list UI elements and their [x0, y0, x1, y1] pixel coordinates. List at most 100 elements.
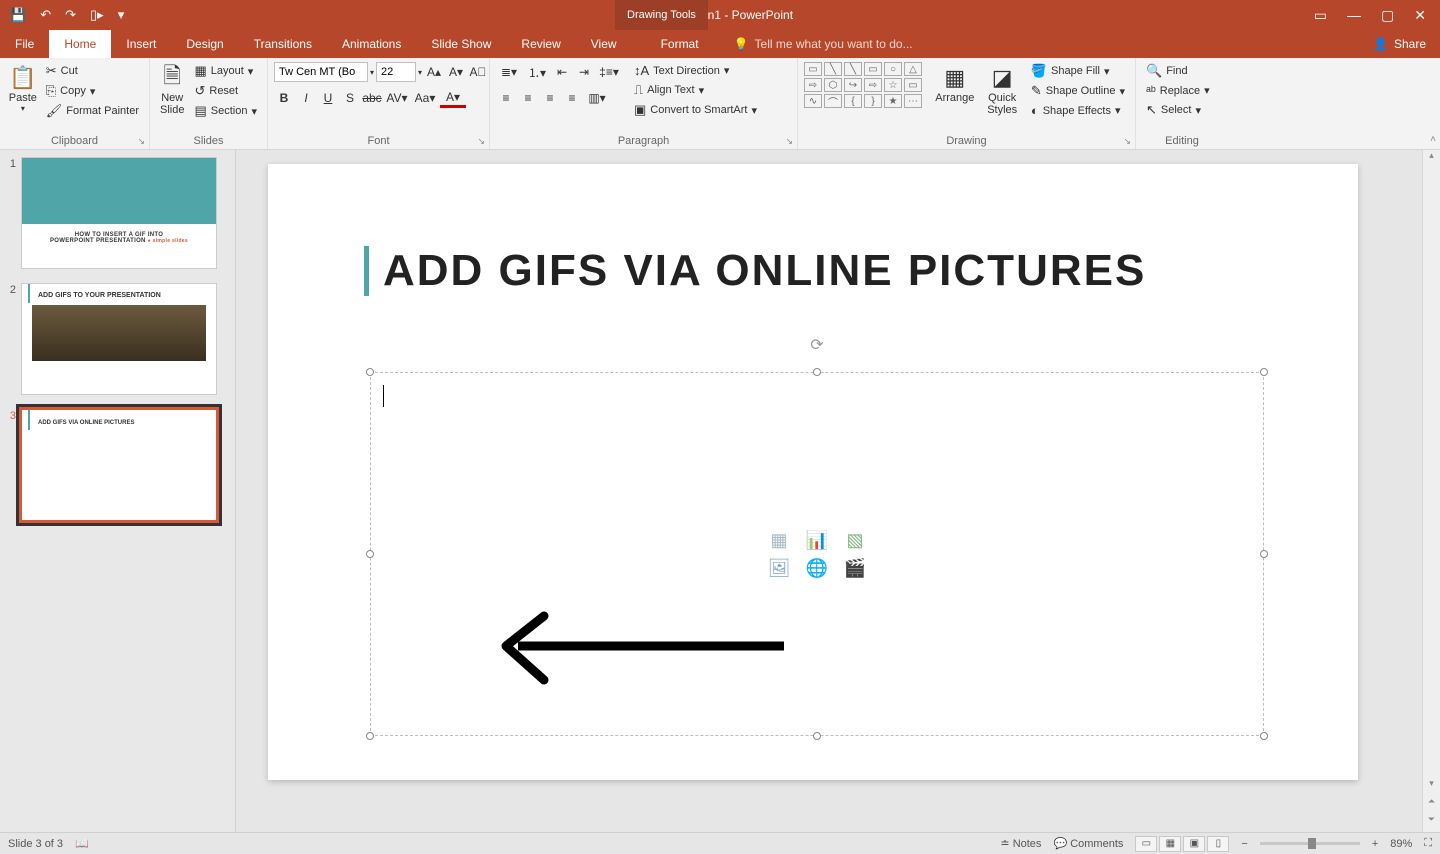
copy-button[interactable]: ⎘Copy ▾ [42, 82, 143, 100]
tab-design[interactable]: Design [171, 30, 238, 58]
resize-handle[interactable] [1260, 550, 1268, 558]
resize-handle[interactable] [1260, 368, 1268, 376]
sorter-view-icon[interactable]: ▦ [1159, 836, 1181, 852]
strikethrough-icon[interactable]: abc [362, 88, 382, 108]
shape-icon[interactable]: ⇨ [804, 78, 822, 92]
decrease-indent-icon[interactable]: ⇤ [552, 62, 572, 82]
replace-button[interactable]: ᵃᵇReplace ▾ [1142, 82, 1214, 99]
shape-effects-button[interactable]: ◐Shape Effects ▾ [1027, 102, 1129, 119]
format-painter-button[interactable]: 🖌Format Painter [42, 102, 143, 120]
align-text-button[interactable]: ⎍Align Text ▾ [630, 81, 761, 99]
bold-icon[interactable]: B [274, 88, 294, 108]
start-from-beginning-icon[interactable]: ▯▸ [90, 7, 104, 23]
shape-icon[interactable]: ▭ [904, 78, 922, 92]
tab-file[interactable]: File [0, 30, 49, 58]
font-size-select[interactable] [376, 62, 416, 82]
tab-transitions[interactable]: Transitions [239, 30, 327, 58]
tab-home[interactable]: Home [49, 30, 111, 58]
line-spacing-icon[interactable]: ‡≡▾ [596, 62, 622, 82]
insert-smartart-icon[interactable]: ▧ [841, 529, 869, 551]
undo-icon[interactable]: ↶ [40, 7, 51, 23]
vertical-scrollbar[interactable]: ▴ ▾ ⏶ ⏷ [1422, 150, 1440, 832]
text-direction-button[interactable]: ↕AText Direction ▾ [630, 62, 761, 79]
slide[interactable]: ADD GIFS VIA ONLINE PICTURES ⟳ ▦ 📊 ▧ 🖼 🌐 [268, 164, 1358, 780]
arrange-button[interactable]: ▦ Arrange [932, 62, 977, 106]
thumbnail-3[interactable]: 3 ADD GIFS VIA ONLINE PICTURES [6, 410, 229, 520]
slide-title[interactable]: ADD GIFS VIA ONLINE PICTURES [364, 246, 1146, 296]
tab-format[interactable]: Format [646, 30, 714, 58]
convert-smartart-button[interactable]: ▣Convert to SmartArt ▾ [630, 101, 761, 119]
shape-icon[interactable]: ⌒ [824, 94, 842, 108]
shape-icon[interactable]: } [864, 94, 882, 108]
prev-slide-icon[interactable]: ⏶ [1423, 796, 1440, 814]
qat-customize-icon[interactable]: ▾ [118, 7, 125, 23]
dialog-launcher-icon[interactable]: ↘ [785, 136, 793, 147]
gallery-more-icon[interactable]: ⋯ [904, 94, 922, 108]
zoom-out-icon[interactable]: − [1241, 838, 1247, 850]
fit-to-window-icon[interactable]: ⛶ [1424, 837, 1432, 850]
shape-icon[interactable]: { [844, 94, 862, 108]
tab-slideshow[interactable]: Slide Show [416, 30, 506, 58]
chevron-down-icon[interactable]: ▾ [418, 68, 422, 77]
resize-handle[interactable] [366, 732, 374, 740]
resize-handle[interactable] [366, 368, 374, 376]
increase-indent-icon[interactable]: ⇥ [574, 62, 594, 82]
content-placeholder[interactable]: ⟳ ▦ 📊 ▧ 🖼 🌐 🎬 [370, 372, 1264, 736]
justify-icon[interactable]: ≡ [562, 88, 582, 108]
notes-button[interactable]: ≐ Notes [1000, 837, 1041, 850]
reset-button[interactable]: ↺Reset [190, 82, 261, 100]
tab-insert[interactable]: Insert [111, 30, 171, 58]
tell-me-search[interactable]: 💡 Tell me what you want to do... [734, 30, 913, 58]
insert-online-pictures-icon[interactable]: 🌐 [803, 557, 831, 579]
shapes-gallery[interactable]: ▭╲╲▭○△ ⇨⬡↪⇨☆▭ ∿⌒{}★⋯ [804, 62, 930, 108]
resize-handle[interactable] [813, 368, 821, 376]
collapse-ribbon-icon[interactable]: ˄ [1430, 134, 1436, 145]
align-right-icon[interactable]: ≡ [540, 88, 560, 108]
tab-review[interactable]: Review [506, 30, 575, 58]
shape-icon[interactable]: ↪ [844, 78, 862, 92]
decrease-font-icon[interactable]: A▾ [446, 62, 466, 82]
clear-formatting-icon[interactable]: A⃠ [468, 62, 488, 82]
shape-outline-button[interactable]: ✎Shape Outline ▾ [1027, 82, 1129, 100]
shape-icon[interactable]: ⇨ [864, 78, 882, 92]
reading-view-icon[interactable]: ▣ [1183, 836, 1205, 852]
scroll-up-icon[interactable]: ▴ [1423, 150, 1440, 168]
font-family-select[interactable] [274, 62, 368, 82]
cut-button[interactable]: ✂Cut [42, 62, 143, 80]
shape-icon[interactable]: ★ [884, 94, 902, 108]
minimize-icon[interactable]: — [1347, 7, 1361, 24]
resize-handle[interactable] [366, 550, 374, 558]
scroll-down-icon[interactable]: ▾ [1423, 778, 1440, 796]
font-color-icon[interactable]: A▾ [440, 88, 466, 108]
shape-icon[interactable]: ▭ [804, 62, 822, 76]
redo-icon[interactable]: ↷ [65, 7, 76, 23]
maximize-icon[interactable]: ▢ [1381, 7, 1394, 24]
section-button[interactable]: ▤Section ▾ [190, 102, 261, 120]
dialog-launcher-icon[interactable]: ↘ [1123, 136, 1131, 147]
shape-icon[interactable]: ╲ [844, 62, 862, 76]
save-icon[interactable]: 💾 [10, 7, 26, 23]
insert-table-icon[interactable]: ▦ [765, 529, 793, 551]
change-case-icon[interactable]: Aa▾ [412, 88, 438, 108]
underline-icon[interactable]: U [318, 88, 338, 108]
increase-font-icon[interactable]: A▴ [424, 62, 444, 82]
close-icon[interactable]: ✕ [1414, 7, 1426, 24]
paste-button[interactable]: 📋 Paste ▾ [6, 62, 40, 115]
shape-icon[interactable]: △ [904, 62, 922, 76]
zoom-in-icon[interactable]: + [1372, 838, 1378, 850]
dialog-launcher-icon[interactable]: ↘ [137, 136, 145, 147]
char-spacing-icon[interactable]: AV▾ [384, 88, 410, 108]
slide-canvas-area[interactable]: ADD GIFS VIA ONLINE PICTURES ⟳ ▦ 📊 ▧ 🖼 🌐 [236, 150, 1440, 832]
next-slide-icon[interactable]: ⏷ [1423, 814, 1440, 832]
align-center-icon[interactable]: ≡ [518, 88, 538, 108]
shadow-icon[interactable]: S [340, 88, 360, 108]
insert-video-icon[interactable]: 🎬 [841, 557, 869, 579]
zoom-slider[interactable] [1260, 842, 1360, 845]
dialog-launcher-icon[interactable]: ↘ [477, 136, 485, 147]
thumbnail-2[interactable]: 2 ADD GIFS TO YOUR PRESENTATION [6, 284, 229, 394]
comments-button[interactable]: 💬 Comments [1053, 837, 1123, 850]
resize-handle[interactable] [813, 732, 821, 740]
columns-icon[interactable]: ▥▾ [584, 88, 610, 108]
insert-chart-icon[interactable]: 📊 [803, 529, 831, 551]
shape-icon[interactable]: ○ [884, 62, 902, 76]
